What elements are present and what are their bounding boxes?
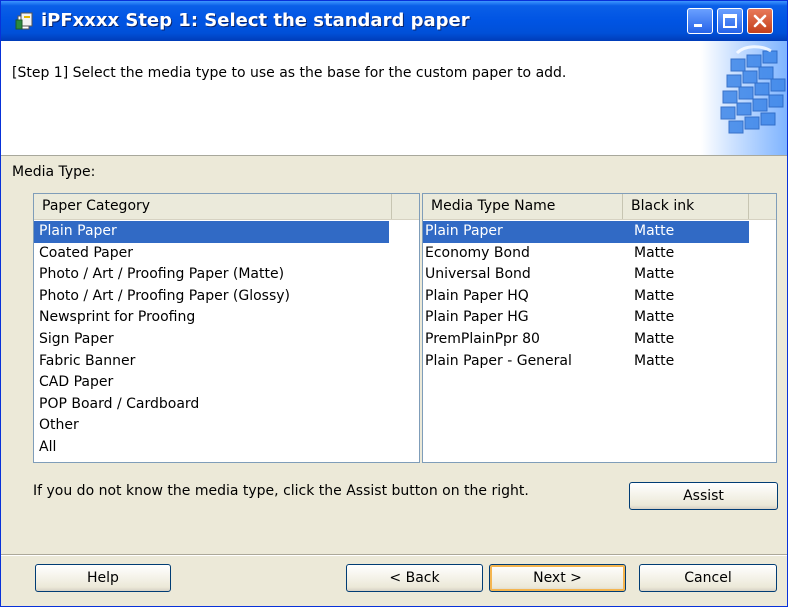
black-ink-cell: Matte	[634, 223, 675, 239]
media-type-name-cell: Plain Paper - General	[425, 352, 572, 369]
media-type-name-cell: Plain Paper HQ	[425, 287, 529, 304]
category-item-label: POP Board / Cardboard	[39, 395, 200, 412]
black-ink-cell: Matte	[634, 266, 675, 283]
title-bar[interactable]: iPFxxxx Step 1: Select the standard pape…	[1, 1, 787, 41]
column-header-black-ink[interactable]: Black ink	[623, 194, 749, 219]
category-item-label: Fabric Banner	[39, 352, 136, 369]
media-type-label: Media Type:	[12, 164, 96, 180]
back-button[interactable]: < Back	[346, 564, 483, 592]
category-item-label: Newsprint for Proofing	[39, 309, 196, 326]
category-item-label: Sign Paper	[39, 330, 114, 347]
category-item[interactable]: Fabric Banner	[34, 351, 389, 373]
paper-category-header: Paper Category	[34, 194, 419, 220]
close-icon	[753, 14, 767, 28]
media-type-name-cell: Economy Bond	[425, 244, 530, 261]
maximize-button[interactable]	[717, 8, 743, 34]
media-type-row[interactable]: Plain Paper Matte	[423, 221, 749, 243]
black-ink-cell: Matte	[634, 330, 675, 347]
category-item-label: CAD Paper	[39, 374, 114, 391]
media-type-row[interactable]: Plain Paper HQ Matte	[423, 286, 749, 308]
category-item[interactable]: Plain Paper	[34, 221, 389, 243]
category-item[interactable]: Photo / Art / Proofing Paper (Matte)	[34, 264, 389, 286]
maximize-icon	[723, 14, 737, 28]
wizard-window: iPFxxxx Step 1: Select the standard pape…	[0, 0, 788, 607]
assist-button[interactable]: Assist	[629, 482, 778, 510]
black-ink-cell: Matte	[634, 352, 675, 369]
media-type-row[interactable]: PremPlainPpr 80 Matte	[423, 329, 749, 351]
category-item[interactable]: All	[34, 437, 389, 459]
media-type-row[interactable]: Universal Bond Matte	[423, 264, 749, 286]
minimize-icon	[694, 24, 702, 27]
category-item[interactable]: Newsprint for Proofing	[34, 307, 389, 329]
paper-category-list[interactable]: Paper Category Plain Paper Coated Paper Ph…	[33, 193, 420, 463]
wizard-header: [Step 1] Select the media type to use as…	[1, 41, 787, 156]
assist-hint: If you do not know the media type, click…	[33, 483, 529, 499]
category-item[interactable]: Coated Paper	[34, 243, 389, 265]
paper-category-rows: Plain Paper Coated Paper Photo / Art / Pro…	[34, 221, 419, 459]
category-item-label: Photo / Art / Proofing Paper (Matte)	[39, 266, 285, 283]
window-title: iPFxxxx Step 1: Select the standard pape…	[41, 10, 470, 31]
category-item-label: Plain Paper	[39, 223, 117, 239]
help-button[interactable]: Help	[35, 564, 171, 592]
column-header-media-type-name[interactable]: Media Type Name	[423, 194, 623, 219]
column-header-paper-category[interactable]: Paper Category	[34, 194, 392, 219]
media-type-name-cell: Plain Paper HG	[425, 309, 529, 326]
cancel-button[interactable]: Cancel	[639, 564, 777, 592]
category-item[interactable]: Other	[34, 415, 389, 437]
category-item-label: All	[39, 438, 57, 455]
media-type-name-cell: Universal Bond	[425, 266, 531, 283]
next-button[interactable]: Next >	[489, 564, 626, 592]
category-item-label: Other	[39, 417, 79, 434]
minimize-button[interactable]	[687, 8, 713, 34]
category-item[interactable]: CAD Paper	[34, 372, 389, 394]
category-item-label: Coated Paper	[39, 244, 134, 261]
black-ink-cell: Matte	[634, 287, 675, 304]
media-type-header: Media Type Name Black ink	[423, 194, 776, 220]
app-icon	[15, 12, 33, 30]
black-ink-cell: Matte	[634, 244, 675, 261]
media-type-row[interactable]: Economy Bond Matte	[423, 243, 749, 265]
close-button[interactable]	[747, 8, 773, 34]
footer-divider	[1, 554, 787, 556]
media-type-name-cell: PremPlainPpr 80	[425, 330, 540, 347]
paper-rolls-graphic	[701, 41, 787, 155]
step-instruction: [Step 1] Select the media type to use as…	[12, 65, 567, 81]
media-type-row[interactable]: Plain Paper - General Matte	[423, 351, 749, 373]
media-type-row[interactable]: Plain Paper HG Matte	[423, 307, 749, 329]
black-ink-cell: Matte	[634, 309, 675, 326]
media-type-name-cell: Plain Paper	[425, 223, 503, 239]
category-item[interactable]: POP Board / Cardboard	[34, 394, 389, 416]
category-item-label: Photo / Art / Proofing Paper (Glossy)	[39, 287, 290, 304]
category-item[interactable]: Sign Paper	[34, 329, 389, 351]
media-type-list[interactable]: Media Type Name Black ink Plain Paper Mat…	[422, 193, 777, 463]
media-type-rows: Plain Paper Matte Economy Bond Matte Univers…	[423, 221, 776, 372]
category-item[interactable]: Photo / Art / Proofing Paper (Glossy)	[34, 286, 389, 308]
